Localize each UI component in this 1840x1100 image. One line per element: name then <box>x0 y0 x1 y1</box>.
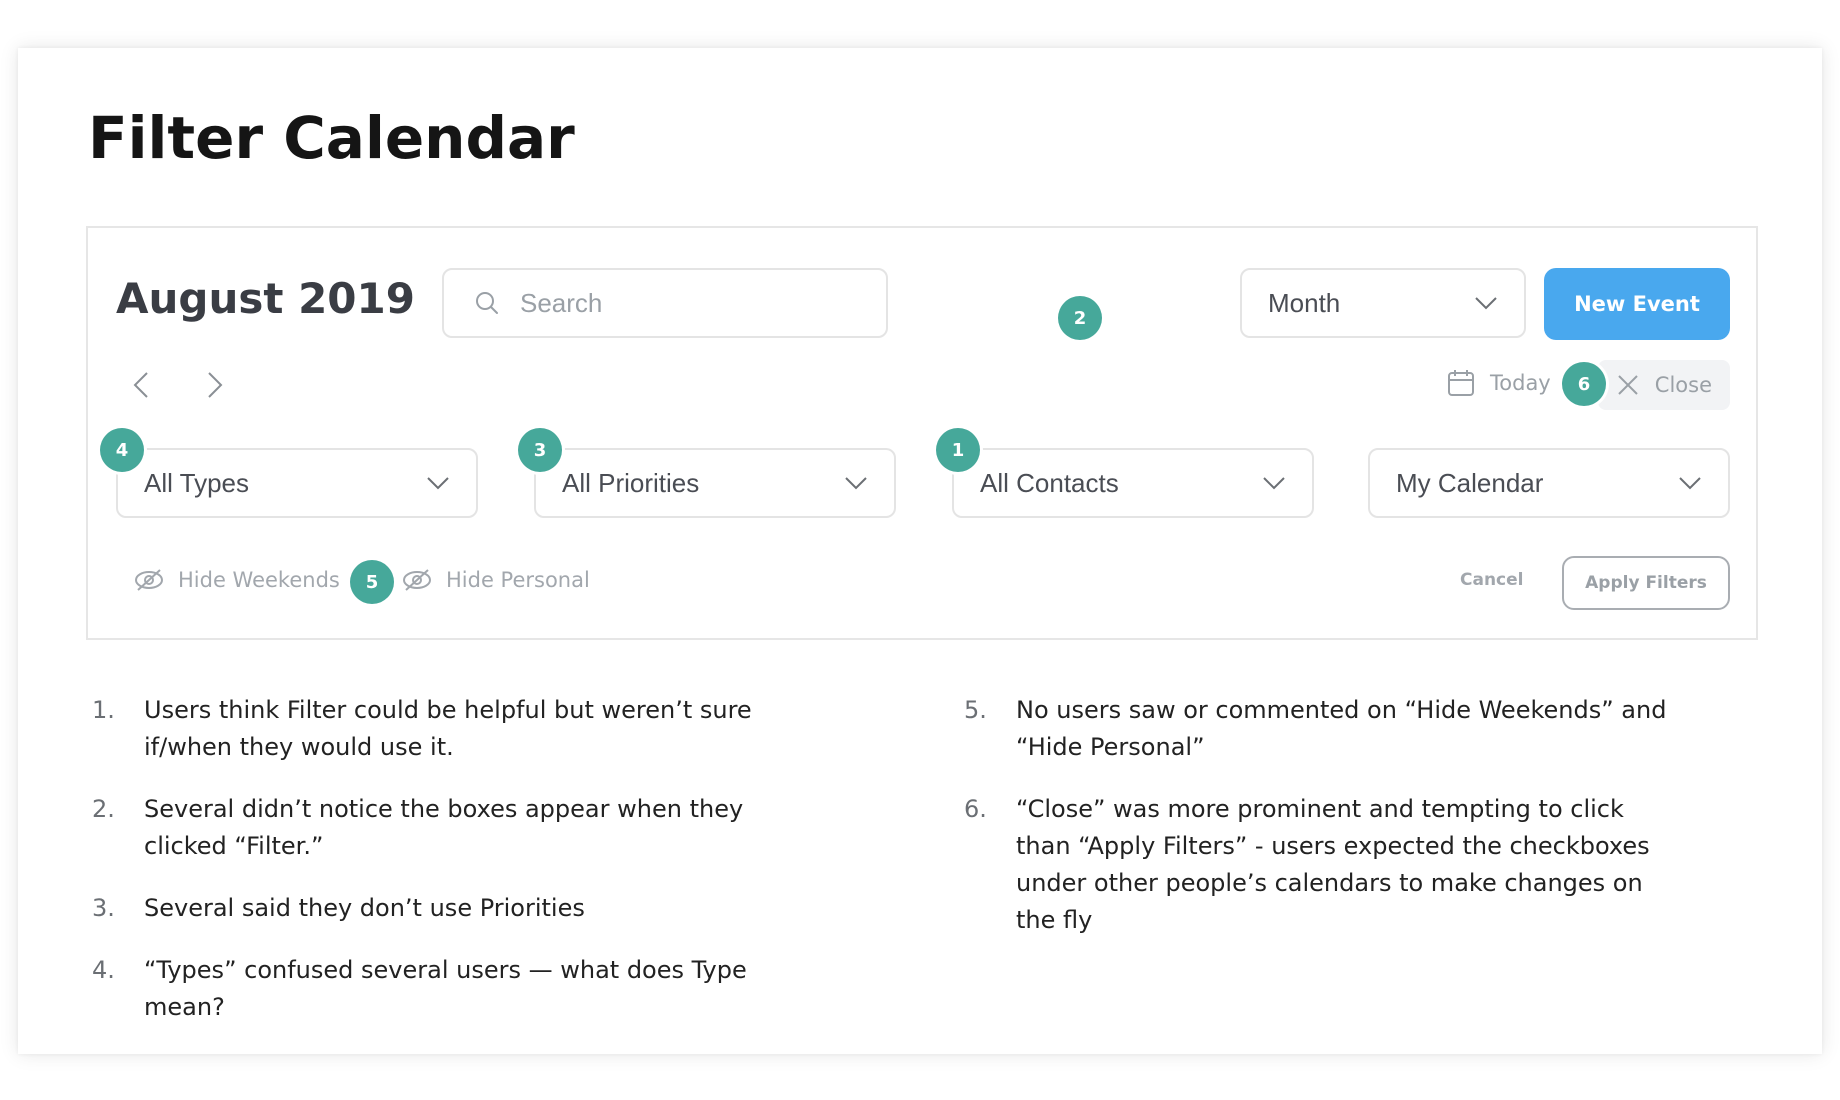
calendar-filter-select[interactable]: My Calendar <box>1368 448 1730 518</box>
new-event-button[interactable]: New Event <box>1544 268 1730 340</box>
search-icon <box>476 292 498 314</box>
chevron-down-icon <box>1679 477 1701 490</box>
note-text: “Close” was more prominent and tempting … <box>1016 795 1650 934</box>
annotation-badge-6: 6 <box>1562 362 1606 406</box>
note-number: 4. <box>92 956 115 984</box>
priorities-filter-value: All Priorities <box>562 467 700 498</box>
note-item: 3. Several said they don’t use Prioritie… <box>92 890 804 927</box>
next-month-button[interactable] <box>206 370 224 405</box>
note-number: 6. <box>964 795 987 823</box>
chevron-down-icon <box>1475 297 1497 310</box>
types-filter-value: All Types <box>144 467 250 498</box>
contacts-filter-value: All Contacts <box>980 467 1119 498</box>
hide-personal-toggle[interactable]: Hide Personal <box>402 568 590 592</box>
annotation-badge-3: 3 <box>518 428 562 472</box>
note-number: 5. <box>964 696 987 724</box>
close-button[interactable]: Close <box>1598 360 1730 410</box>
eye-off-icon <box>403 569 431 591</box>
note-number: 2. <box>92 795 115 823</box>
annotation-badge-2: 2 <box>1058 296 1102 340</box>
calendar-filter-value: My Calendar <box>1396 467 1544 498</box>
close-icon <box>1618 375 1638 395</box>
note-number: 1. <box>92 696 115 724</box>
hide-weekends-toggle[interactable]: Hide Weekends <box>134 568 340 592</box>
note-item: 1. Users think Filter could be helpful b… <box>92 692 804 766</box>
apply-filters-button[interactable]: Apply Filters <box>1562 556 1730 610</box>
chevron-down-icon <box>427 477 449 490</box>
chevron-left-icon <box>133 372 148 398</box>
contacts-filter-select[interactable]: All Contacts <box>952 448 1314 518</box>
page-title: Filter Calendar <box>88 104 575 172</box>
search-box[interactable] <box>442 268 888 338</box>
note-item: 5. No users saw or commented on “Hide We… <box>964 692 1676 766</box>
types-filter-select[interactable]: All Types <box>116 448 478 518</box>
note-item: 2. Several didn’t notice the boxes appea… <box>92 791 804 865</box>
view-select[interactable]: Month <box>1240 268 1526 338</box>
note-text: “Types” confused several users — what do… <box>144 956 747 1021</box>
note-item: 6. “Close” was more prominent and tempti… <box>964 791 1676 939</box>
priorities-filter-select[interactable]: All Priorities <box>534 448 896 518</box>
today-button[interactable]: Today <box>1446 368 1551 398</box>
note-text: No users saw or commented on “Hide Weeke… <box>1016 696 1667 761</box>
chevron-down-icon <box>845 477 867 490</box>
annotation-badge-5: 5 <box>350 560 394 604</box>
search-input[interactable] <box>518 286 862 320</box>
close-label: Close <box>1654 373 1712 397</box>
today-label: Today <box>1490 371 1551 395</box>
calendar-icon <box>1448 370 1474 396</box>
eye-off-icon <box>135 569 163 591</box>
annotation-badge-1: 1 <box>936 428 980 472</box>
cancel-button[interactable]: Cancel <box>1460 570 1523 590</box>
note-text: Several said they don’t use Priorities <box>144 894 585 922</box>
view-select-value: Month <box>1268 287 1341 318</box>
chevron-down-icon <box>1263 477 1285 490</box>
note-item: 4. “Types” confused several users — what… <box>92 952 804 1026</box>
annotation-badge-4: 4 <box>100 428 144 472</box>
month-heading: August 2019 <box>116 274 415 323</box>
note-number: 3. <box>92 894 115 922</box>
prev-month-button[interactable] <box>132 370 150 405</box>
note-text: Users think Filter could be helpful but … <box>144 696 752 761</box>
note-text: Several didn’t notice the boxes appear w… <box>144 795 744 860</box>
hide-weekends-label: Hide Weekends <box>178 568 340 592</box>
chevron-right-icon <box>208 372 223 398</box>
hide-personal-label: Hide Personal <box>446 568 590 592</box>
